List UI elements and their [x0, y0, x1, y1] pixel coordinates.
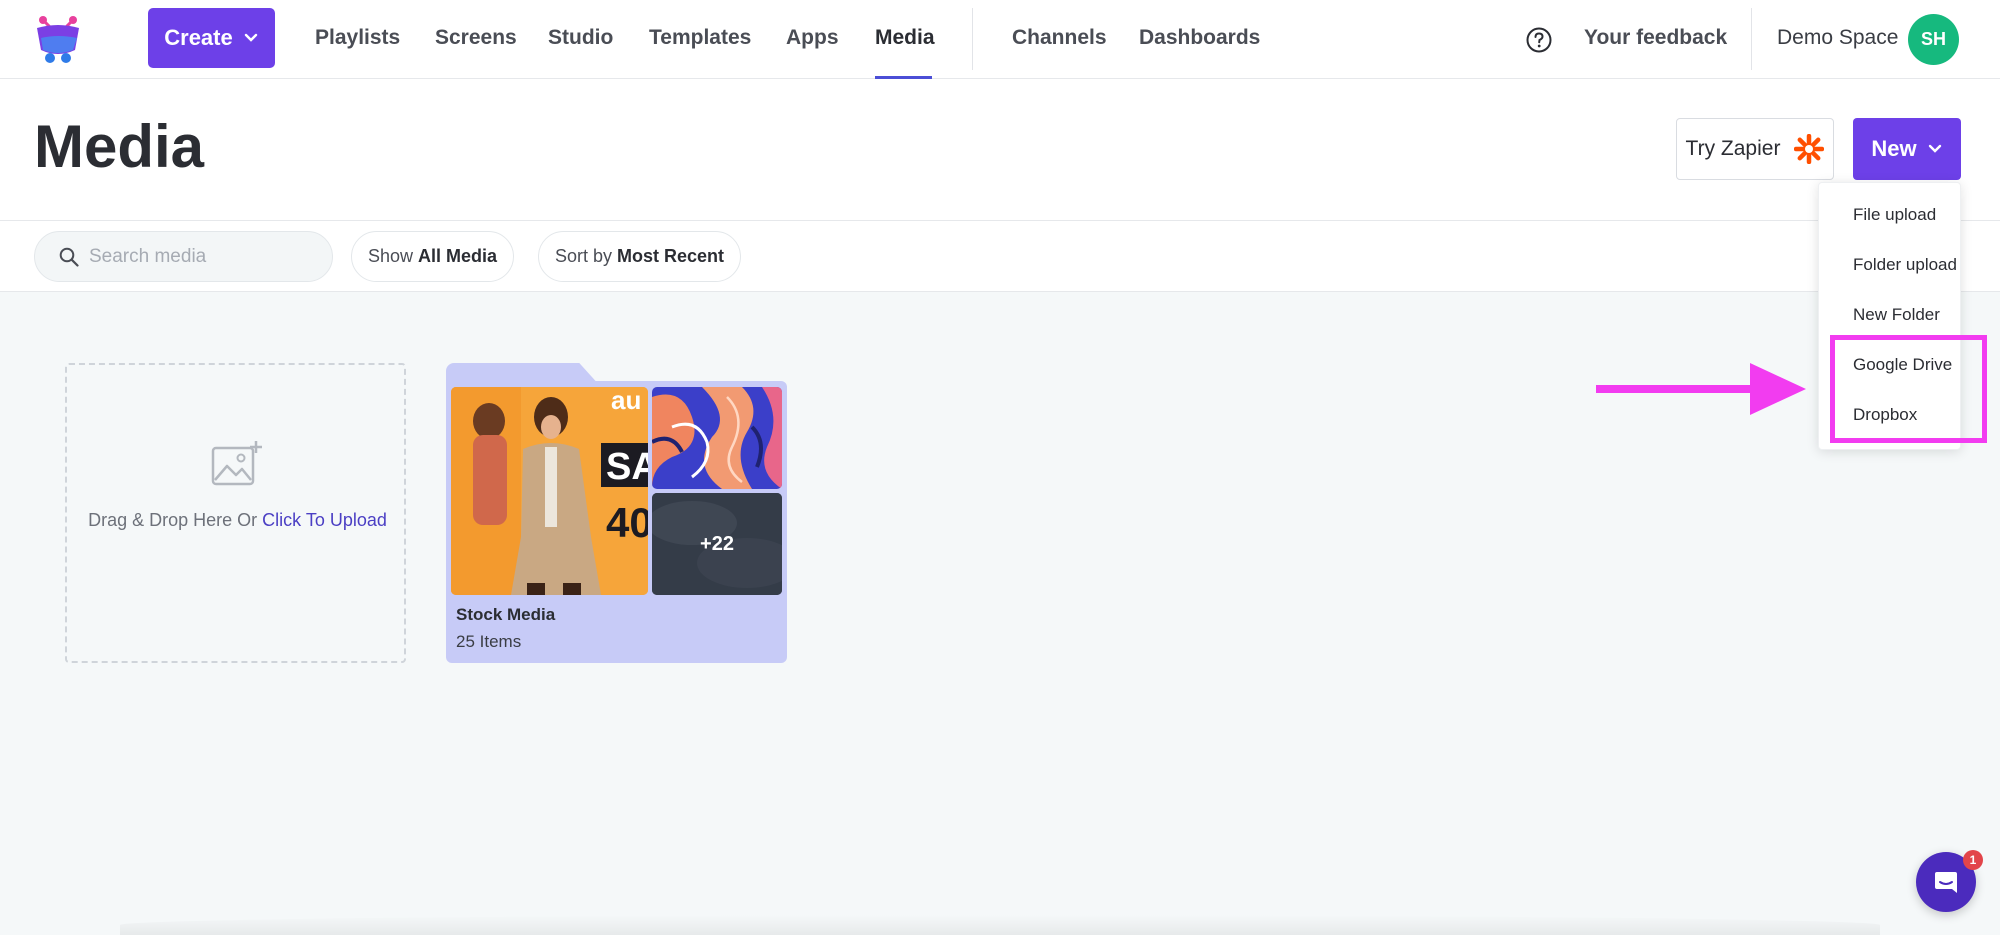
search-icon — [59, 247, 79, 267]
menu-item-file-upload[interactable]: File upload — [1853, 205, 1936, 225]
try-zapier-label: Try Zapier — [1685, 137, 1781, 160]
dropzone-text: Drag & Drop Here Or Click To Upload — [67, 505, 408, 535]
menu-item-dropbox[interactable]: Dropbox — [1853, 405, 1917, 425]
sort-prefix: Sort by — [555, 246, 613, 266]
menu-item-folder-upload[interactable]: Folder upload — [1853, 255, 1957, 275]
search-input[interactable] — [89, 245, 319, 268]
new-dropdown-menu: File upload Folder upload New Folder Goo… — [1818, 182, 1961, 450]
zapier-asterisk-icon — [1794, 134, 1825, 164]
bottom-shadow — [120, 915, 1880, 935]
nav-link-studio[interactable]: Studio — [548, 26, 613, 50]
more-items-count: +22 — [700, 532, 734, 555]
upload-dropzone[interactable]: Drag & Drop Here Or Click To Upload — [65, 363, 406, 663]
show-filter-value: All Media — [418, 246, 498, 266]
nav-link-playlists[interactable]: Playlists — [315, 26, 400, 50]
nav-link-templates[interactable]: Templates — [649, 26, 751, 50]
page-title: Media — [34, 113, 205, 180]
media-toolbar: Show All Media Sort by Most Recent — [0, 221, 2000, 292]
sort-value: Most Recent — [617, 246, 725, 266]
nav-link-media[interactable]: Media — [875, 26, 935, 50]
nav-link-channels[interactable]: Channels — [1012, 26, 1107, 50]
screencloud-logo-icon[interactable] — [33, 14, 83, 64]
folder-thumbnail-marble — [652, 387, 782, 489]
nav-divider — [1751, 8, 1752, 70]
folder-card-stock-media[interactable]: au SA 40 +22 Stock Media 25 Items — [446, 363, 787, 663]
try-zapier-button[interactable]: Try Zapier — [1676, 118, 1834, 180]
folder-thumbnail-more: +22 — [652, 493, 782, 595]
svg-text:SA: SA — [606, 446, 648, 488]
search-box[interactable] — [34, 231, 333, 282]
create-button[interactable]: Create — [148, 8, 275, 68]
new-button[interactable]: New — [1853, 118, 1961, 180]
chevron-down-icon — [1928, 144, 1941, 153]
create-button-label: Create — [164, 25, 233, 50]
nav-link-screens[interactable]: Screens — [435, 26, 517, 50]
svg-text:au: au — [611, 387, 641, 415]
folder-thumbnail-fashion-sale: au SA 40 — [451, 387, 648, 595]
notification-badge: 1 — [1963, 850, 1983, 870]
avatar[interactable]: SH — [1908, 14, 1959, 65]
menu-item-google-drive[interactable]: Google Drive — [1853, 355, 1952, 375]
nav-link-apps[interactable]: Apps — [786, 26, 839, 50]
show-filter-dropdown[interactable]: Show All Media — [351, 231, 515, 282]
add-image-icon — [211, 441, 262, 486]
show-filter-prefix: Show — [368, 246, 414, 266]
annotation-arrow-icon — [1596, 363, 1806, 415]
chevron-down-icon — [244, 33, 257, 42]
help-icon[interactable] — [1526, 27, 1552, 53]
space-switcher[interactable]: Demo Space — [1777, 26, 1898, 50]
dropzone-instruction: Drag & Drop Here Or — [88, 510, 258, 530]
nav-divider — [972, 8, 973, 70]
page-header: Media Try Zapier New — [0, 79, 2000, 221]
menu-item-new-folder[interactable]: New Folder — [1853, 305, 1940, 325]
folder-name: Stock Media — [456, 605, 556, 624]
sort-dropdown[interactable]: Sort by Most Recent — [538, 231, 742, 282]
click-to-upload-link[interactable]: Click To Upload — [262, 510, 387, 530]
top-navigation: Create Playlists Screens Studio Template… — [0, 0, 2000, 79]
chat-icon — [1935, 872, 1957, 893]
svg-text:40: 40 — [606, 499, 648, 546]
new-button-label: New — [1871, 136, 1917, 161]
nav-link-dashboards[interactable]: Dashboards — [1139, 26, 1260, 50]
folder-item-count: 25 Items — [456, 632, 522, 651]
feedback-link[interactable]: Your feedback — [1584, 26, 1727, 50]
